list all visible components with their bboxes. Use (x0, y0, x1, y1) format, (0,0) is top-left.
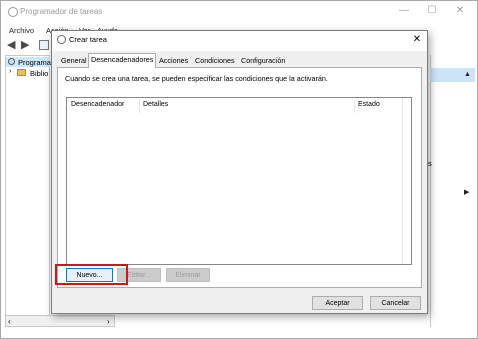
scroll-right-icon[interactable]: › (107, 317, 110, 326)
tab-actions[interactable]: Acciones (157, 55, 190, 67)
forward-arrow-icon[interactable]: ▶ (21, 40, 29, 51)
navigation-tree (5, 55, 50, 327)
column-header-details[interactable]: Detalles (143, 101, 168, 108)
tree-item-label: Programa (18, 58, 51, 67)
tab-triggers[interactable]: Desencadenadores (88, 53, 157, 68)
dialog-titlebar (52, 31, 427, 51)
delete-trigger-button[interactable]: Eliminar (166, 268, 210, 282)
actions-panel-header[interactable]: ▲ (430, 68, 475, 82)
triggers-description: Cuando se crea una tarea, se pueden espe… (65, 74, 328, 83)
scroll-left-icon[interactable]: ‹ (8, 317, 11, 326)
column-separator[interactable] (139, 99, 140, 113)
column-separator[interactable] (354, 99, 355, 113)
minimize-button[interactable]: — (390, 3, 418, 19)
clock-icon (8, 58, 15, 65)
clock-icon (8, 7, 18, 17)
column-header-status[interactable]: Estado (358, 101, 380, 108)
horizontal-scrollbar[interactable]: ‹ › (5, 315, 115, 327)
tab-general[interactable]: General (59, 55, 89, 67)
dialog-close-button[interactable]: ✕ (410, 33, 424, 47)
actions-panel-text-fragment: s (428, 159, 432, 168)
console-tree-icon[interactable] (39, 40, 49, 50)
highlight-annotation (55, 264, 128, 285)
back-arrow-icon[interactable]: ◀ (7, 40, 15, 51)
cancel-button[interactable]: Cancelar (370, 296, 421, 310)
dialog-title: Crear tarea (69, 35, 107, 44)
menu-archivo[interactable]: Archivo (9, 26, 34, 35)
triggers-list[interactable] (66, 97, 412, 265)
accept-button[interactable]: Aceptar (312, 296, 363, 310)
clock-icon (57, 35, 66, 44)
column-header-trigger[interactable]: Desencadenador (71, 101, 124, 108)
close-button[interactable]: ✕ (446, 3, 474, 19)
submenu-arrow-icon[interactable]: ▶ (464, 188, 469, 196)
maximize-button[interactable]: ☐ (418, 3, 446, 19)
tree-item-label: Biblio (30, 69, 49, 78)
chevron-right-icon[interactable]: › (9, 68, 11, 75)
tree-item-task-scheduler[interactable]: Programa (6, 57, 51, 67)
main-window-title: Programador de tareas (20, 7, 103, 16)
tab-conditions[interactable]: Condiciones (193, 55, 237, 67)
tree-item-library[interactable]: › Biblio (9, 68, 50, 78)
list-column-divider (402, 98, 403, 264)
tab-settings[interactable]: Configuración (239, 55, 287, 67)
collapse-up-icon[interactable]: ▲ (464, 71, 471, 78)
folder-icon (17, 69, 26, 76)
